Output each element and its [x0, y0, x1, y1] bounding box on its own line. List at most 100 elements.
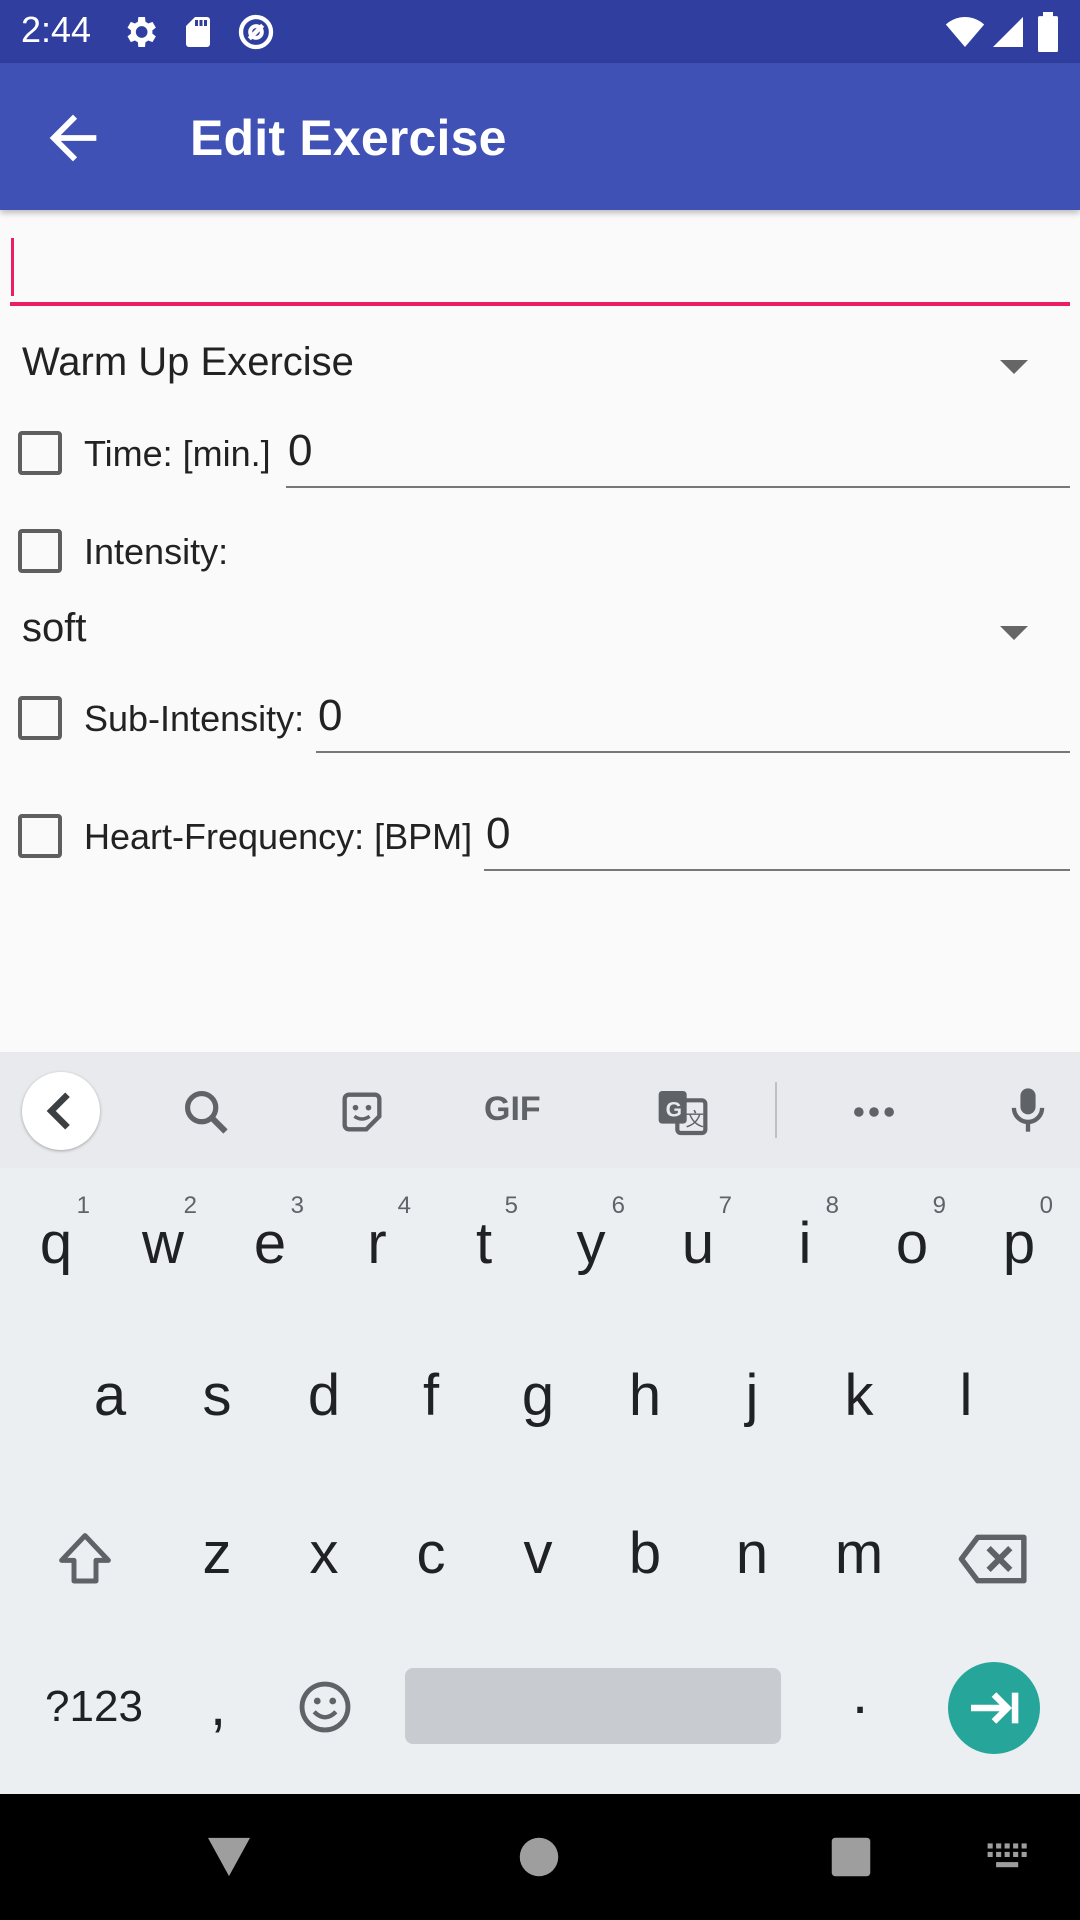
time-field[interactable]: 0 — [286, 424, 1070, 488]
symbols-key[interactable]: ?123 — [34, 1648, 154, 1758]
key-label: c — [416, 1521, 446, 1586]
search-icon[interactable] — [180, 1086, 232, 1138]
key-label: d — [307, 1363, 341, 1428]
status-time: 2:44 — [21, 9, 92, 50]
text-cursor — [11, 238, 14, 296]
status-bar: 2:44 — [0, 0, 1080, 63]
keyboard-switch-icon[interactable] — [984, 1840, 1032, 1874]
comma-key[interactable]: , — [168, 1648, 268, 1758]
key-n[interactable]: n — [702, 1496, 802, 1606]
page-title: Edit Exercise — [190, 110, 507, 166]
key-p[interactable]: p0 — [969, 1186, 1069, 1296]
intensity-value: soft — [22, 606, 87, 650]
key-k[interactable]: k — [809, 1338, 909, 1448]
key-label: o — [895, 1211, 929, 1276]
key-label: g — [521, 1363, 555, 1428]
key-s[interactable]: s — [167, 1338, 267, 1448]
key-label: m — [834, 1521, 884, 1586]
svg-text:G: G — [666, 1099, 682, 1122]
key-w[interactable]: w2 — [113, 1186, 213, 1296]
sticker-icon[interactable] — [336, 1086, 388, 1138]
enter-key[interactable] — [948, 1662, 1040, 1754]
arrow-left-icon — [49, 114, 97, 162]
key-v[interactable]: v — [488, 1496, 588, 1606]
app-bar: Edit Exercise — [0, 63, 1080, 210]
key-x[interactable]: x — [274, 1496, 374, 1606]
key-label: v — [523, 1521, 553, 1586]
key-l[interactable]: l — [916, 1338, 1016, 1448]
key-label: i — [798, 1211, 812, 1276]
key-label: b — [628, 1521, 662, 1586]
gif-icon[interactable]: GIF — [484, 1090, 541, 1129]
key-y[interactable]: y6 — [541, 1186, 641, 1296]
exercise-type-value: Warm Up Exercise — [22, 340, 354, 384]
mic-icon[interactable] — [1002, 1082, 1054, 1138]
time-checkbox[interactable] — [18, 431, 62, 475]
key-label: e — [253, 1211, 287, 1276]
key-hint: 8 — [825, 1192, 839, 1219]
navigation-bar — [0, 1794, 1080, 1920]
key-g[interactable]: g — [488, 1338, 588, 1448]
intensity-checkbox[interactable] — [18, 529, 62, 573]
back-button[interactable] — [38, 103, 108, 173]
backspace-icon[interactable] — [956, 1526, 1032, 1592]
key-o[interactable]: o9 — [862, 1186, 962, 1296]
key-hint: 0 — [1039, 1192, 1053, 1219]
emoji-icon[interactable] — [296, 1678, 354, 1736]
next-arrow-icon — [971, 1692, 1019, 1724]
key-label: q — [39, 1211, 73, 1276]
key-label: n — [735, 1521, 769, 1586]
key-m[interactable]: m — [809, 1496, 909, 1606]
sub-intensity-checkbox[interactable] — [18, 696, 62, 740]
key-u[interactable]: u7 — [648, 1186, 748, 1296]
back-triangle-icon[interactable] — [206, 1836, 252, 1878]
wifi-icon — [945, 17, 985, 47]
battery-icon — [1038, 12, 1058, 52]
recents-square-icon[interactable] — [830, 1836, 872, 1878]
more-icon[interactable] — [848, 1092, 900, 1132]
key-b[interactable]: b — [595, 1496, 695, 1606]
key-label: z — [202, 1521, 232, 1586]
key-label: f — [422, 1363, 440, 1428]
collapse-toolbar-button[interactable] — [22, 1072, 100, 1150]
key-label: y — [576, 1211, 606, 1276]
space-key[interactable] — [405, 1668, 781, 1744]
key-hint: 4 — [397, 1192, 411, 1219]
key-z[interactable]: z — [167, 1496, 267, 1606]
key-r[interactable]: r4 — [327, 1186, 427, 1296]
sub-intensity-label: Sub-Intensity: — [84, 698, 305, 739]
key-a[interactable]: a — [60, 1338, 160, 1448]
period-key[interactable]: . — [810, 1636, 910, 1746]
sub-intensity-field[interactable]: 0 — [316, 689, 1070, 753]
exercise-name-input[interactable] — [10, 236, 1070, 306]
key-c[interactable]: c — [381, 1496, 481, 1606]
key-j[interactable]: j — [702, 1338, 802, 1448]
heart-frequency-checkbox[interactable] — [18, 814, 62, 858]
shift-icon[interactable] — [52, 1526, 118, 1592]
translate-icon[interactable]: G 文 — [654, 1084, 710, 1140]
key-q[interactable]: q1 — [6, 1186, 106, 1296]
key-t[interactable]: t5 — [434, 1186, 534, 1296]
intensity-label: Intensity: — [84, 531, 229, 572]
key-f[interactable]: f — [381, 1338, 481, 1448]
key-h[interactable]: h — [595, 1338, 695, 1448]
key-label: s — [202, 1363, 232, 1428]
dropdown-arrow-icon — [1000, 626, 1028, 640]
key-d[interactable]: d — [274, 1338, 374, 1448]
key-hint: 7 — [718, 1192, 732, 1219]
key-label: a — [93, 1363, 127, 1428]
home-circle-icon[interactable] — [518, 1836, 560, 1878]
key-label: w — [142, 1211, 184, 1276]
key-e[interactable]: e3 — [220, 1186, 320, 1296]
key-hint: 6 — [611, 1192, 625, 1219]
key-label: u — [681, 1211, 715, 1276]
dropdown-arrow-icon — [1000, 360, 1028, 374]
key-hint: 3 — [290, 1192, 304, 1219]
key-label: p — [1002, 1211, 1036, 1276]
toolbar-divider — [775, 1082, 777, 1138]
exercise-type-spinner[interactable]: Warm Up Exercise — [0, 326, 1080, 406]
key-i[interactable]: i8 — [755, 1186, 855, 1296]
intensity-spinner[interactable]: soft — [0, 592, 1080, 672]
gear-icon — [127, 17, 156, 47]
heart-frequency-field[interactable]: 0 — [484, 807, 1070, 871]
